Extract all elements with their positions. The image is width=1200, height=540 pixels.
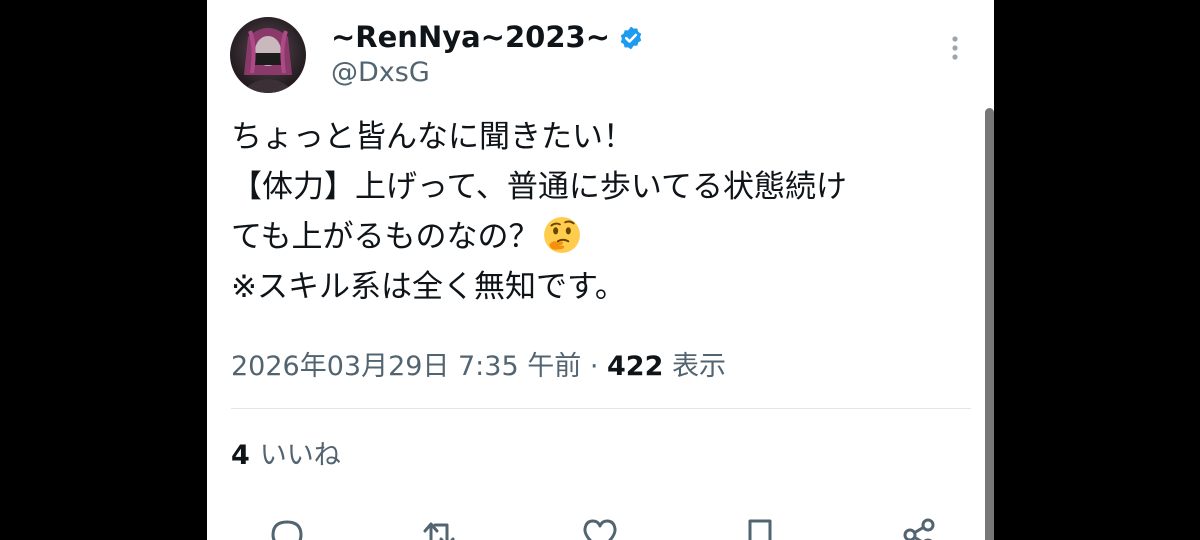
- likes-label: いいね: [259, 440, 341, 471]
- divider: [231, 408, 971, 409]
- tweet-card: ~RenNya~2023~ @DxsG ちょっと皆んなに聞きたい！ 【体力】上げ…: [207, 0, 994, 540]
- views-count: 422: [607, 351, 664, 382]
- retweet-icon: [423, 522, 455, 540]
- tweet-line: ても上がるものなの？: [231, 212, 971, 262]
- meta-separator: ·: [589, 351, 599, 382]
- avatar[interactable]: [230, 17, 306, 93]
- tweet-line-text: ても上がるものなの？: [231, 219, 540, 255]
- verified-badge-icon: [618, 24, 644, 50]
- share-icon: [903, 518, 935, 540]
- tweet-line: 【体力】上げって、普通に歩いてる状態続け: [231, 169, 847, 205]
- bookmark-icon: [748, 519, 772, 540]
- tweet-line: ちょっと皆んなに聞きたい！: [231, 119, 634, 155]
- scrollbar[interactable]: [985, 108, 994, 540]
- likes-link[interactable]: 4 いいね: [231, 433, 341, 472]
- bookmark-button[interactable]: [738, 515, 782, 540]
- action-bar: [207, 515, 994, 540]
- views-label: 表示: [671, 351, 726, 382]
- tweet-meta: 2026年03月29日 7:35 午前 · 422 表示: [231, 344, 726, 383]
- more-dots-icon: [952, 36, 958, 60]
- user-handle[interactable]: @DxsG: [331, 57, 430, 88]
- tweet-timestamp[interactable]: 2026年03月29日 7:35 午前: [231, 351, 581, 382]
- tweet-text: ちょっと皆んなに聞きたい！ 【体力】上げって、普通に歩いてる状態続け ても上がる…: [231, 112, 971, 312]
- likes-count: 4: [231, 440, 250, 471]
- reply-button[interactable]: [265, 515, 309, 540]
- like-button[interactable]: [578, 515, 622, 540]
- reply-icon: [271, 520, 303, 540]
- thinking-face-icon: [543, 216, 581, 254]
- display-name-text[interactable]: ~RenNya~2023~: [331, 20, 610, 54]
- retweet-button[interactable]: [417, 515, 461, 540]
- share-button[interactable]: [897, 515, 941, 540]
- tweet-line: ※スキル系は全く無知です。: [231, 269, 626, 305]
- like-icon: [583, 519, 617, 540]
- more-options-button[interactable]: [940, 33, 970, 63]
- display-name[interactable]: ~RenNya~2023~: [331, 18, 644, 56]
